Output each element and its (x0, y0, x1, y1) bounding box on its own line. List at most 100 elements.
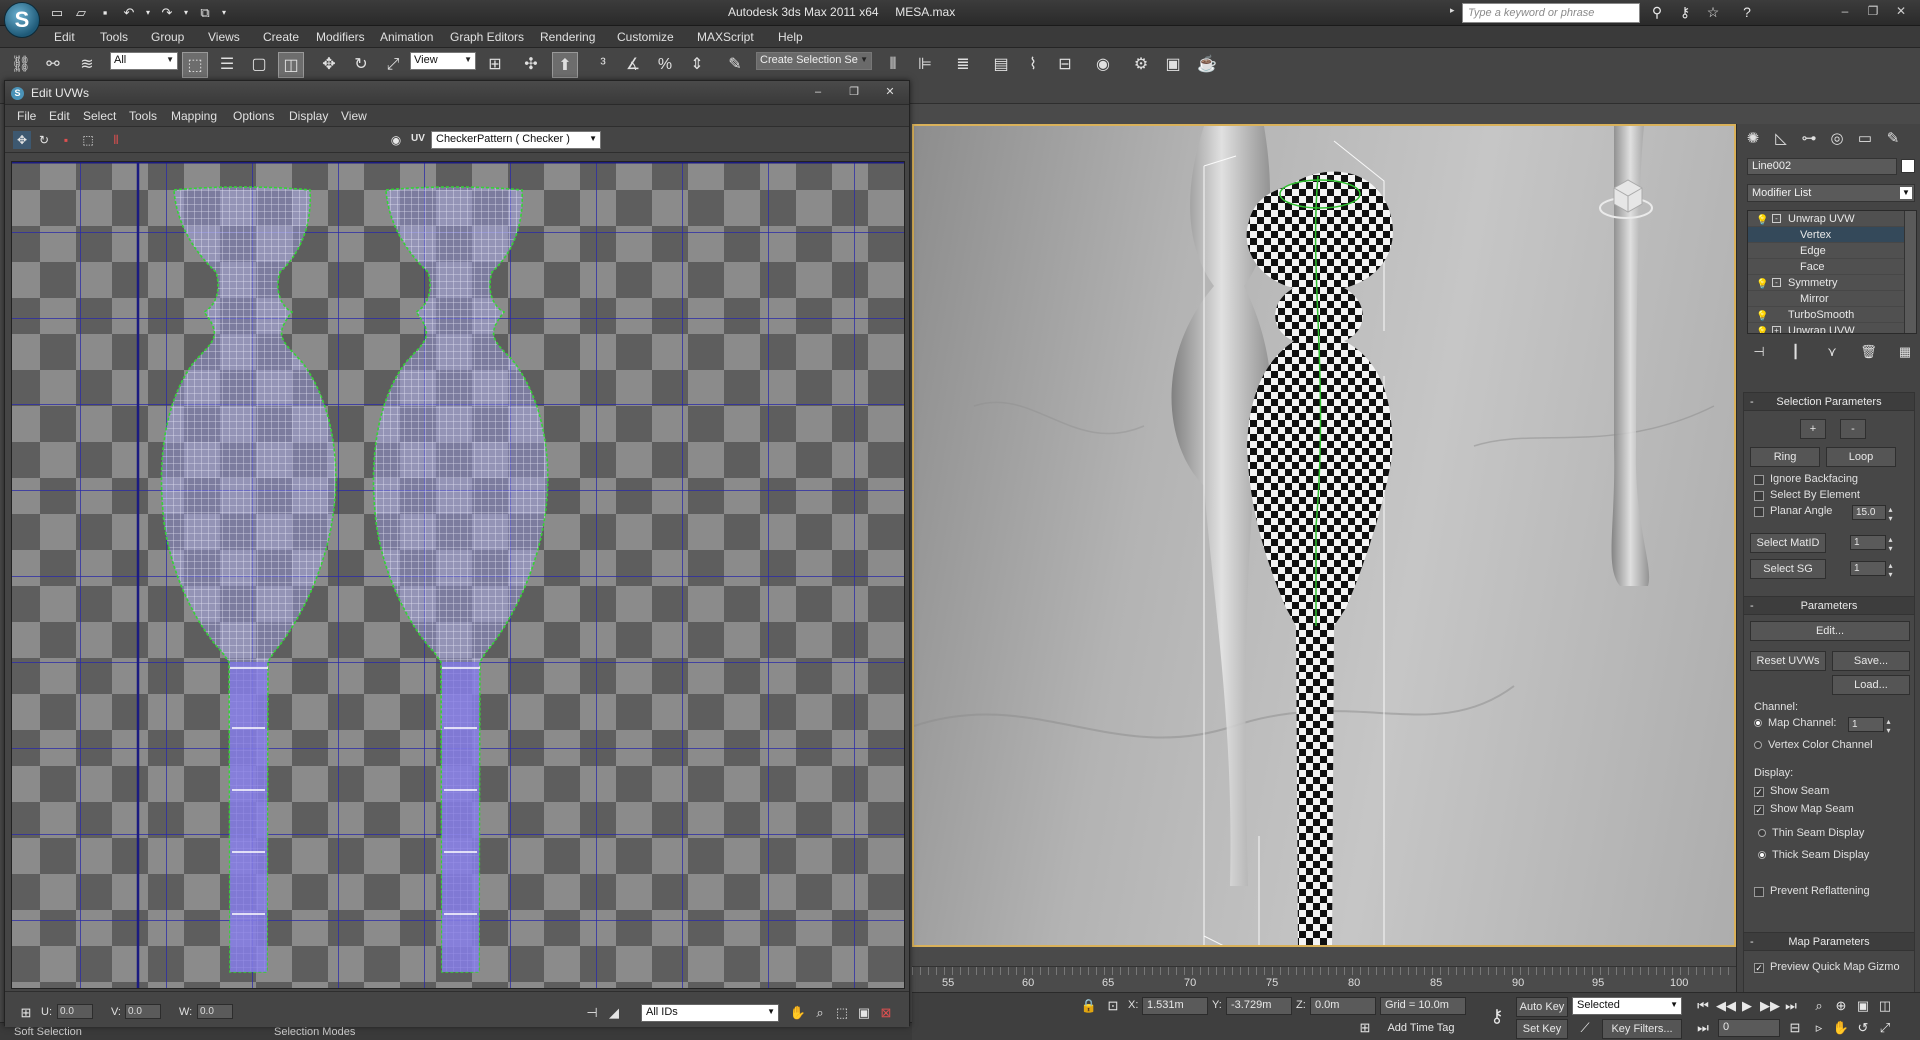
edit-uvw-button[interactable]: Edit... (1750, 621, 1910, 641)
previous-frame-icon[interactable]: ◀◀ (1716, 997, 1736, 1015)
key-tools-icon[interactable]: ⚷ (1676, 3, 1694, 21)
menu-rendering[interactable]: Rendering (540, 30, 595, 44)
w-value-spinner[interactable]: 0.0 (197, 1004, 233, 1019)
app-logo-icon[interactable]: S (4, 2, 40, 38)
key-filters-button[interactable]: Key Filters... (1602, 1019, 1682, 1039)
motion-tab-icon[interactable]: ◎ (1825, 128, 1849, 150)
stack-item-face[interactable]: Face (1748, 259, 1916, 275)
uvw-menu-select[interactable]: Select (83, 109, 116, 123)
stack-item-unwrap-uvw-2[interactable]: 💡 + Unwrap UVW (1748, 323, 1916, 333)
shrink-selection-button[interactable]: - (1840, 419, 1866, 439)
unlink-icon[interactable]: ⚯ (40, 52, 66, 78)
sg-spinner[interactable]: 1 (1850, 561, 1897, 579)
configure-modifier-sets-icon[interactable]: ▦ (1893, 342, 1917, 362)
zoom-icon[interactable]: ⌕ (811, 1004, 829, 1022)
minimize-icon[interactable]: – (803, 84, 833, 100)
uvw-mirror-icon[interactable]: ⫴ (107, 131, 125, 149)
create-tab-icon[interactable]: ✺ (1741, 128, 1765, 150)
track-bar[interactable]: 55 60 65 70 75 80 85 90 95 100 (912, 966, 1736, 992)
menu-edit[interactable]: Edit (54, 30, 75, 44)
loop-button[interactable]: Loop (1826, 447, 1896, 467)
uvw-menu-file[interactable]: File (17, 109, 36, 123)
select-and-link-icon[interactable]: ⛓ (8, 52, 34, 78)
key-mode-icon[interactable]: ⏭ (1694, 1019, 1712, 1037)
close-icon[interactable]: ✕ (1888, 2, 1914, 20)
collapse-box-icon[interactable]: + (1772, 326, 1781, 333)
selection-lock-icon[interactable]: 🔒 (1080, 997, 1098, 1015)
planar-angle-checkbox[interactable] (1754, 507, 1764, 517)
search-expand-icon[interactable]: ▸ (1450, 5, 1455, 16)
zoom-region-icon[interactable]: ⬚ (833, 1004, 851, 1022)
mirror-icon[interactable]: ⫴ (880, 52, 906, 78)
stack-item-edge[interactable]: Edge (1748, 243, 1916, 259)
show-seam-checkbox[interactable]: ✓ (1754, 787, 1764, 797)
uvw-menu-options[interactable]: Options (233, 109, 274, 123)
zoom-extents-icon[interactable]: ▣ (1854, 997, 1872, 1015)
grow-selection-button[interactable]: + (1800, 419, 1826, 439)
redo-icon[interactable]: ↷ (158, 4, 176, 22)
u-value-spinner[interactable]: 0.0 (57, 1004, 93, 1019)
menu-customize[interactable]: Customize (617, 30, 674, 44)
redo-dropdown-icon[interactable]: ▾ (182, 4, 190, 22)
modifier-list-dropdown[interactable]: Modifier List (1747, 184, 1915, 202)
rectangular-selection-icon[interactable]: ▢ (246, 52, 272, 78)
stack-item-symmetry[interactable]: 💡 - Symmetry (1748, 275, 1916, 291)
uvw-menu-tools[interactable]: Tools (129, 109, 157, 123)
uvw-rotate-icon[interactable]: ↻ (35, 131, 53, 149)
select-by-element-checkbox[interactable] (1754, 491, 1764, 501)
stack-item-unwrap-uvw[interactable]: 💡 - Unwrap UVW (1748, 211, 1916, 227)
lock-selected-icon[interactable]: ⊣ (583, 1004, 601, 1022)
texture-map-dropdown[interactable]: CheckerPattern ( Checker ) (431, 131, 601, 149)
menu-views[interactable]: Views (208, 30, 240, 44)
hierarchy-tab-icon[interactable]: ⊶ (1797, 128, 1821, 150)
menu-modifiers[interactable]: Modifiers (316, 30, 365, 44)
close-icon[interactable]: ✕ (875, 84, 905, 100)
stack-item-vertex[interactable]: Vertex (1748, 227, 1916, 243)
select-matid-button[interactable]: Select MatID (1750, 533, 1826, 553)
add-time-tag-button[interactable]: Add Time Tag (1376, 1019, 1466, 1039)
new-file-icon[interactable]: ▭ (48, 4, 66, 22)
stack-scrollbar[interactable] (1904, 211, 1916, 333)
pin-stack-icon[interactable]: ⊣ (1747, 342, 1771, 362)
zoom-extents-icon[interactable]: ▣ (855, 1004, 873, 1022)
modify-tab-icon[interactable]: ◺ (1769, 128, 1793, 150)
next-frame-icon[interactable]: ▶▶ (1760, 997, 1780, 1015)
show-map-seam-checkbox[interactable]: ✓ (1754, 805, 1764, 815)
zoom-extents-all-icon[interactable]: ◫ (1876, 997, 1894, 1015)
ignore-backfacing-checkbox[interactable] (1754, 475, 1764, 485)
y-coordinate-field[interactable]: -3.729m (1226, 997, 1292, 1015)
current-frame-field[interactable]: 0 (1718, 1019, 1780, 1037)
minimize-icon[interactable]: – (1832, 2, 1858, 20)
named-selection-dropdown[interactable]: Create Selection Se (756, 52, 872, 70)
rendered-frame-window-icon[interactable]: ▣ (1160, 52, 1186, 78)
favorites-star-icon[interactable]: ☆ (1704, 3, 1722, 21)
set-key-button[interactable]: Set Key (1516, 1019, 1568, 1039)
percent-snap-icon[interactable]: % (652, 52, 678, 78)
bind-space-warp-icon[interactable]: ≋ (74, 52, 100, 78)
snaps-toggle-icon[interactable]: ³ (590, 52, 616, 78)
spinner-snap-icon[interactable]: ⇕ (684, 52, 710, 78)
undo-dropdown-icon[interactable]: ▾ (144, 4, 152, 22)
rollout-header[interactable]: Selection Parameters (1744, 393, 1914, 411)
collapse-box-icon[interactable]: - (1772, 214, 1781, 223)
perspective-viewport[interactable] (912, 124, 1736, 947)
uv-editor-canvas[interactable] (11, 161, 905, 989)
render-production-icon[interactable]: ☕ (1194, 52, 1220, 78)
menu-group[interactable]: Group (151, 30, 184, 44)
absolute-relative-icon[interactable]: ⊞ (17, 1004, 35, 1022)
go-to-end-icon[interactable]: ⏭ (1782, 997, 1800, 1015)
z-coordinate-field[interactable]: 0.0m (1310, 997, 1376, 1015)
render-setup-icon[interactable]: ⚙ (1128, 52, 1154, 78)
auto-key-button[interactable]: Auto Key (1516, 997, 1568, 1017)
menu-tools[interactable]: Tools (100, 30, 128, 44)
align-icon[interactable]: ⊫ (912, 52, 938, 78)
material-editor-icon[interactable]: ◉ (1090, 52, 1116, 78)
pan-view-icon[interactable]: ✋ (1832, 1019, 1850, 1037)
schematic-view-icon[interactable]: ⊟ (1052, 52, 1078, 78)
graphite-ribbon-icon[interactable]: ▤ (988, 52, 1014, 78)
uvw-menu-mapping[interactable]: Mapping (171, 109, 217, 123)
time-tag-icon[interactable]: ⊞ (1356, 1019, 1374, 1037)
maximize-viewport-icon[interactable]: ⤢ (1876, 1019, 1894, 1037)
select-object-icon[interactable]: ⬚ (182, 52, 208, 78)
make-unique-icon[interactable]: ⋎ (1820, 342, 1844, 362)
